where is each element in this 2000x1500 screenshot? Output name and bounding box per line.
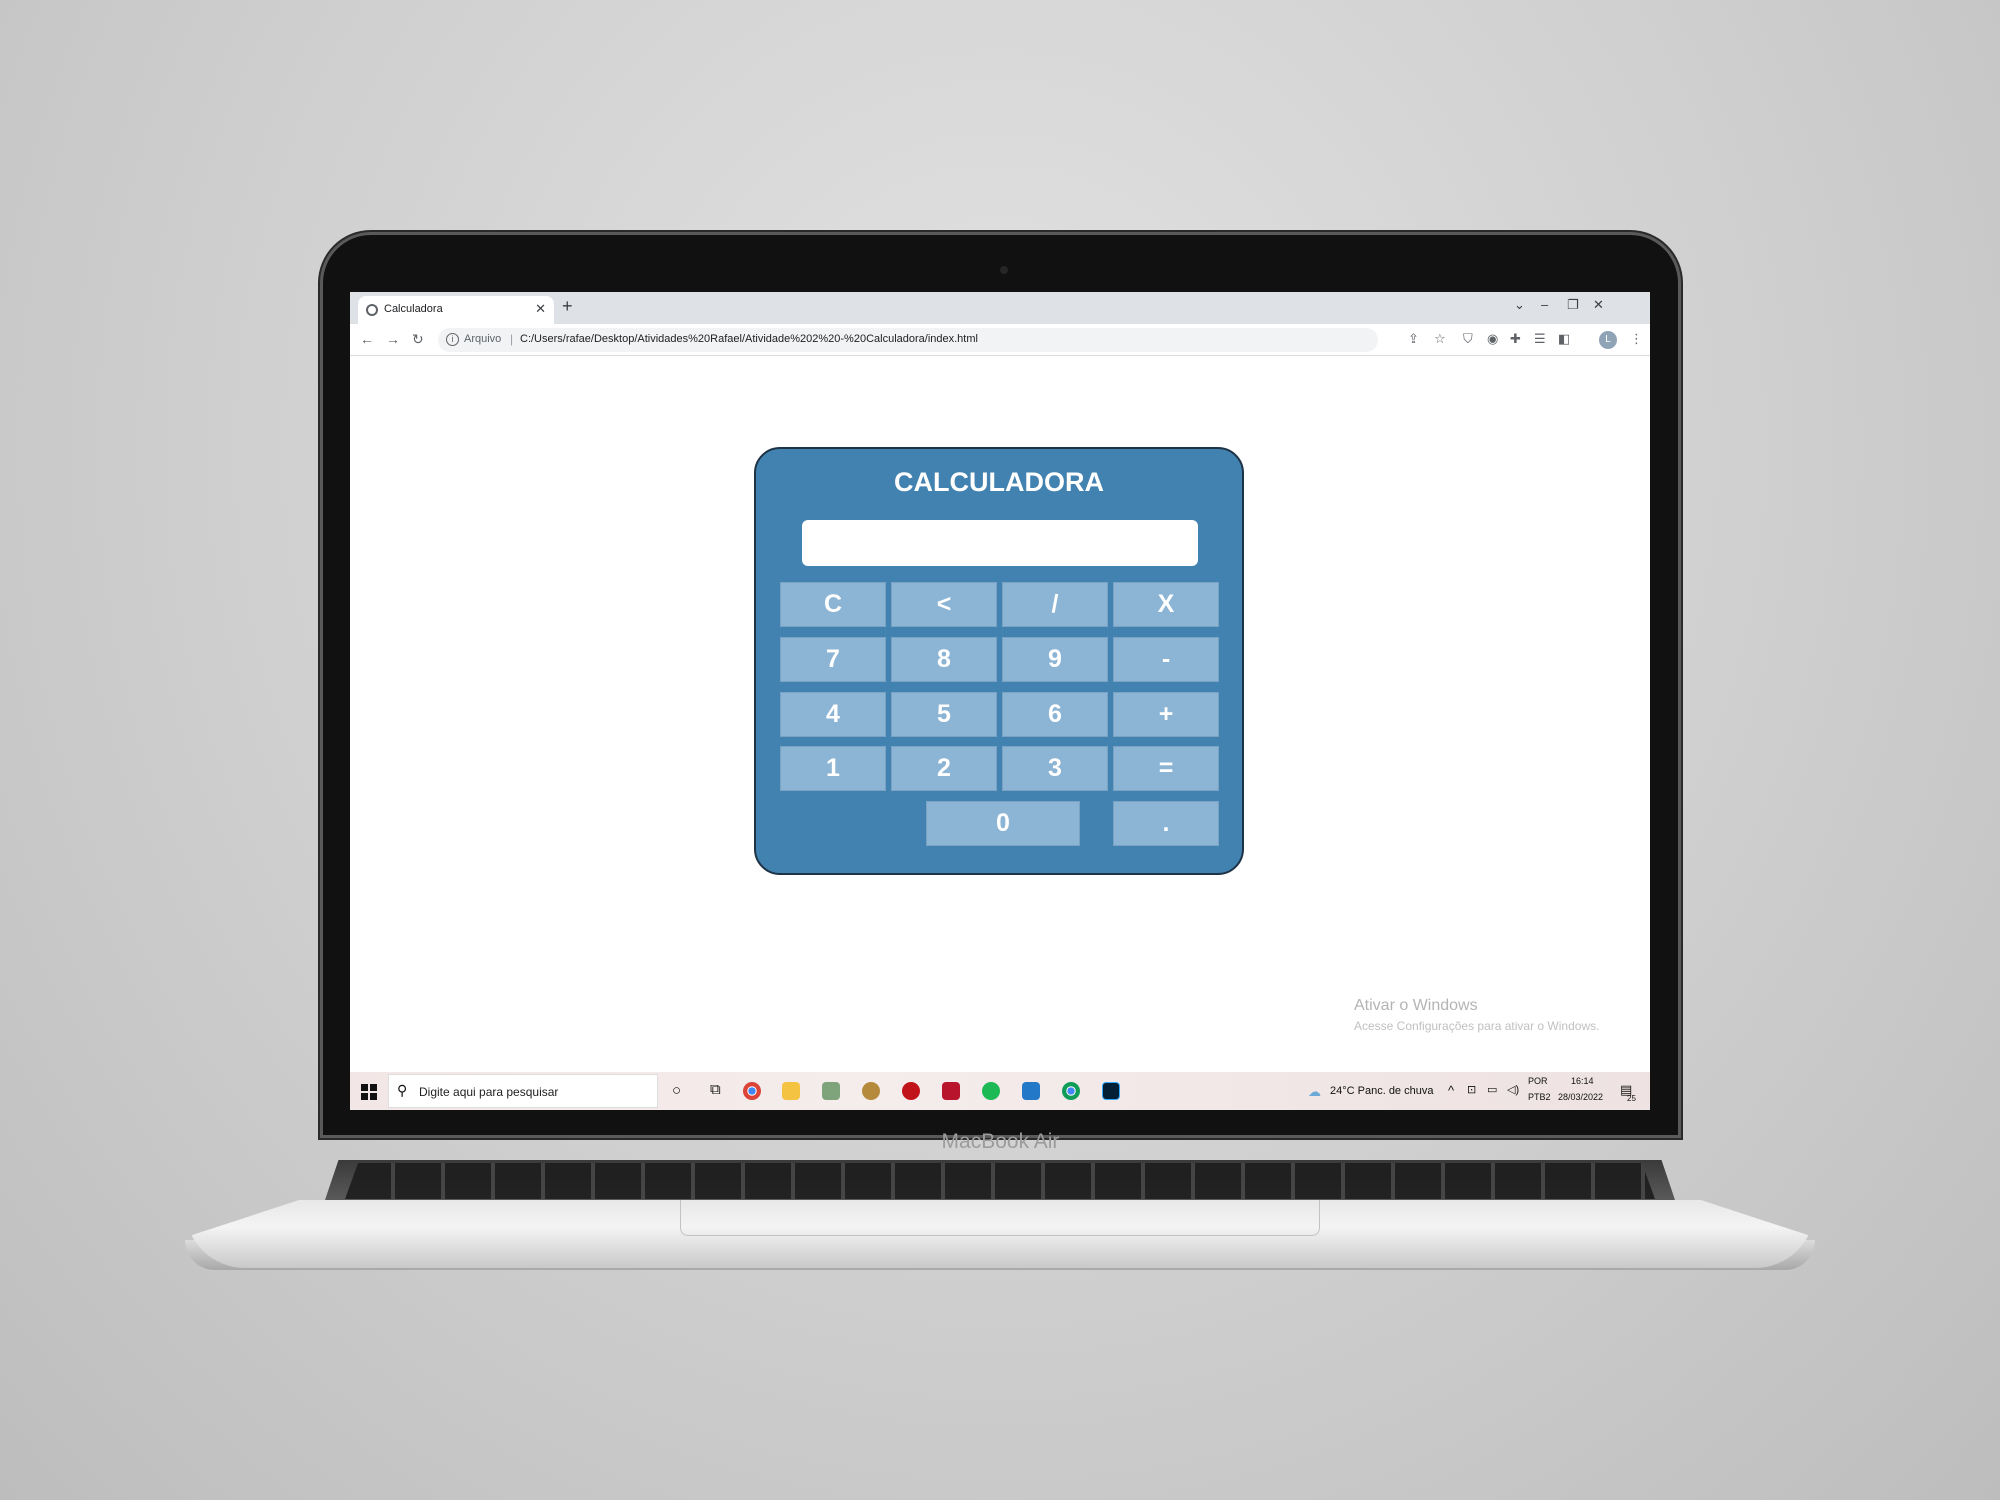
plus-button[interactable]: + bbox=[1113, 692, 1219, 737]
keyboard-keys bbox=[345, 1163, 1655, 1199]
digit-9-button[interactable]: 9 bbox=[1002, 637, 1108, 682]
calculator: CALCULADORA C < / X 7 8 9 - 4 5 6 + 1 2 … bbox=[754, 447, 1244, 875]
calculator-title: CALCULADORA bbox=[894, 467, 1104, 497]
chrome-profile-icon[interactable] bbox=[1062, 1082, 1080, 1100]
tab-search-chevron-icon[interactable]: ⌄ bbox=[1514, 297, 1525, 313]
laptop-screen: Calculadora ✕ + ⌄ – ❐ ✕ ← → ↻ i Arquivo … bbox=[350, 292, 1650, 1110]
clock-date[interactable]: 28/03/2022 bbox=[1558, 1092, 1603, 1102]
volume-icon[interactable]: ◁) bbox=[1507, 1083, 1519, 1096]
clock-time[interactable]: 16:14 bbox=[1571, 1076, 1594, 1086]
calculator-display[interactable] bbox=[802, 520, 1198, 566]
activation-watermark-title: Ativar o Windows bbox=[1354, 997, 1478, 1014]
keyboard-layout[interactable]: PTB2 bbox=[1528, 1092, 1551, 1102]
digit-6-button[interactable]: 6 bbox=[1002, 692, 1108, 737]
share-icon[interactable]: ⇪ bbox=[1408, 331, 1419, 347]
chevron-up-icon[interactable]: ^ bbox=[1448, 1083, 1454, 1098]
digit-0-button[interactable]: 0 bbox=[926, 801, 1080, 846]
clear-button[interactable]: C bbox=[780, 582, 886, 627]
digit-1-button[interactable]: 1 bbox=[780, 746, 886, 791]
info-icon[interactable]: i bbox=[446, 333, 459, 346]
multiply-button[interactable]: X bbox=[1113, 582, 1219, 627]
backspace-button[interactable]: < bbox=[891, 582, 997, 627]
bookmark-star-icon[interactable]: ☆ bbox=[1434, 331, 1446, 347]
close-tab-icon[interactable]: ✕ bbox=[535, 301, 546, 317]
minimize-icon[interactable]: – bbox=[1541, 297, 1548, 312]
digit-7-button[interactable]: 7 bbox=[780, 637, 886, 682]
webcam-icon bbox=[1000, 266, 1008, 274]
valorant-icon[interactable] bbox=[902, 1082, 920, 1100]
digit-5-button[interactable]: 5 bbox=[891, 692, 997, 737]
close-window-icon[interactable]: ✕ bbox=[1593, 297, 1604, 313]
browser-toolbar: ← → ↻ i Arquivo | C:/Users/rafae/Desktop… bbox=[350, 324, 1650, 356]
file-scheme-label: Arquivo bbox=[464, 333, 502, 345]
language-code[interactable]: POR bbox=[1528, 1076, 1548, 1086]
spotify-icon[interactable] bbox=[982, 1082, 1000, 1100]
photoshop-icon[interactable] bbox=[1102, 1082, 1120, 1100]
digit-8-button[interactable]: 8 bbox=[891, 637, 997, 682]
cortana-icon[interactable]: ○ bbox=[672, 1082, 681, 1099]
globe-icon bbox=[366, 304, 378, 316]
reading-list-icon[interactable]: ☰ bbox=[1534, 331, 1546, 347]
network-icon[interactable]: ⊡ bbox=[1467, 1083, 1476, 1096]
notification-count: 25 bbox=[1627, 1094, 1636, 1103]
decimal-button[interactable]: . bbox=[1113, 801, 1219, 846]
browser-tab-bar: Calculadora ✕ + ⌄ – ❐ ✕ bbox=[350, 292, 1650, 324]
digit-3-button[interactable]: 3 bbox=[1002, 746, 1108, 791]
windows-start-icon[interactable] bbox=[361, 1084, 377, 1100]
tab-title: Calculadora bbox=[384, 303, 443, 315]
minus-button[interactable]: - bbox=[1113, 637, 1219, 682]
trackpad bbox=[680, 1200, 1320, 1236]
menu-kebab-icon[interactable]: ⋮ bbox=[1630, 331, 1643, 347]
extension-circle-icon[interactable]: ◉ bbox=[1487, 331, 1498, 347]
chrome-icon[interactable] bbox=[743, 1082, 761, 1100]
url-text[interactable]: C:/Users/rafae/Desktop/Atividades%20Rafa… bbox=[520, 333, 978, 345]
vscode-icon[interactable] bbox=[1022, 1082, 1040, 1100]
shield-icon[interactable]: ⛉ bbox=[1463, 331, 1473, 347]
search-placeholder: Digite aqui para pesquisar bbox=[419, 1085, 559, 1099]
game-launcher-icon[interactable] bbox=[942, 1082, 960, 1100]
digit-4-button[interactable]: 4 bbox=[780, 692, 886, 737]
laptop-brand-label: MacBook Air bbox=[941, 1130, 1060, 1153]
address-bar[interactable]: i Arquivo | C:/Users/rafae/Desktop/Ativi… bbox=[438, 328, 1378, 352]
profile-avatar[interactable]: L bbox=[1599, 331, 1617, 349]
restore-icon[interactable]: ❐ bbox=[1567, 297, 1579, 313]
omnibox-separator: | bbox=[510, 332, 514, 346]
equals-button[interactable]: = bbox=[1113, 746, 1219, 791]
back-arrow-icon[interactable]: ← bbox=[360, 331, 374, 347]
digit-2-button[interactable]: 2 bbox=[891, 746, 997, 791]
weather-icon[interactable]: ☁ bbox=[1308, 1084, 1321, 1100]
app-pinned-icon[interactable] bbox=[822, 1082, 840, 1100]
league-of-legends-icon[interactable] bbox=[862, 1082, 880, 1100]
weather-text[interactable]: 24°C Panc. de chuva bbox=[1330, 1085, 1433, 1097]
activation-watermark-subtitle: Acesse Configurações para ativar o Windo… bbox=[1354, 1019, 1600, 1033]
divide-button[interactable]: / bbox=[1002, 582, 1108, 627]
reload-icon[interactable]: ↻ bbox=[412, 331, 424, 348]
side-panel-icon[interactable]: ◧ bbox=[1558, 331, 1570, 347]
tab-calculadora[interactable]: Calculadora ✕ bbox=[358, 296, 554, 324]
taskbar-search-input[interactable]: ⚲ Digite aqui para pesquisar bbox=[388, 1074, 658, 1108]
new-tab-button[interactable]: + bbox=[562, 296, 573, 317]
display-icon[interactable]: ▭ bbox=[1487, 1083, 1497, 1096]
puzzle-icon[interactable]: ✚ bbox=[1510, 331, 1521, 347]
file-explorer-icon[interactable] bbox=[782, 1082, 800, 1100]
forward-arrow-icon[interactable]: → bbox=[386, 331, 400, 347]
search-icon: ⚲ bbox=[397, 1082, 408, 1098]
windows-taskbar: ⚲ Digite aqui para pesquisar ○ ⧉ ☁ 24°C … bbox=[350, 1072, 1650, 1110]
task-view-icon[interactable]: ⧉ bbox=[710, 1081, 721, 1098]
